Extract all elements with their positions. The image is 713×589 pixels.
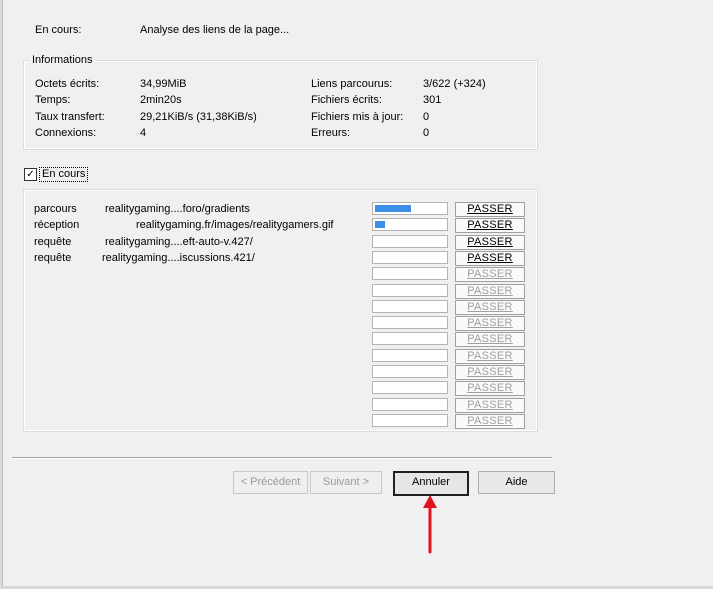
job-url: realitygaming.fr/images/realitygamers.gi… bbox=[136, 219, 334, 231]
job-url: realitygaming....foro/gradients bbox=[105, 203, 250, 215]
previous-button[interactable]: < Précédent bbox=[233, 471, 308, 494]
links-scanned-label: Liens parcourus: bbox=[311, 78, 393, 90]
cancel-button[interactable]: Annuler bbox=[393, 471, 469, 496]
progress-bar bbox=[372, 381, 448, 394]
progress-bar bbox=[372, 267, 448, 280]
job-url: realitygaming....iscussions.421/ bbox=[102, 252, 255, 264]
skip-button[interactable]: PASSER bbox=[455, 300, 525, 315]
files-written-value: 301 bbox=[423, 94, 442, 106]
job-type: requête bbox=[34, 252, 72, 264]
en-cours-checkbox[interactable]: ✓ bbox=[24, 168, 37, 181]
transfer-rate-value: 29,21KiB/s (31,38KiB/s) bbox=[140, 111, 257, 123]
skip-button[interactable]: PASSER bbox=[455, 267, 525, 282]
skip-button[interactable]: PASSER bbox=[455, 349, 525, 364]
en-cours-label[interactable]: En cours bbox=[39, 167, 89, 182]
files-written-label: Fichiers écrits: bbox=[311, 94, 382, 106]
window-left-border bbox=[0, 0, 3, 589]
skip-button[interactable]: PASSER bbox=[455, 332, 525, 347]
job-type: parcours bbox=[34, 203, 77, 215]
next-button[interactable]: Suivant > bbox=[310, 471, 382, 494]
progress-fill bbox=[375, 221, 385, 228]
files-updated-label: Fichiers mis à jour: bbox=[311, 111, 404, 123]
progress-bar bbox=[372, 332, 448, 345]
time-label: Temps: bbox=[35, 94, 71, 106]
skip-button[interactable]: PASSER bbox=[455, 414, 525, 429]
progress-bar bbox=[372, 202, 448, 215]
help-button[interactable]: Aide bbox=[478, 471, 555, 494]
progress-bar bbox=[372, 316, 448, 329]
check-icon: ✓ bbox=[26, 169, 35, 180]
informations-group bbox=[23, 60, 538, 150]
job-url: realitygaming....eft-auto-v.427/ bbox=[105, 236, 253, 248]
skip-button[interactable]: PASSER bbox=[455, 202, 525, 217]
job-type: requête bbox=[34, 236, 72, 248]
errors-label: Erreurs: bbox=[311, 127, 351, 139]
progress-bar bbox=[372, 218, 448, 231]
skip-button[interactable]: PASSER bbox=[455, 251, 525, 266]
progress-bar bbox=[372, 300, 448, 313]
skip-button[interactable]: PASSER bbox=[455, 381, 525, 396]
skip-button[interactable]: PASSER bbox=[455, 235, 525, 250]
annotation-arrow-head bbox=[423, 495, 437, 508]
progress-bar bbox=[372, 349, 448, 362]
separator bbox=[12, 457, 552, 459]
time-value: 2min20s bbox=[140, 94, 182, 106]
progress-fill bbox=[375, 205, 411, 212]
connections-label: Connexions: bbox=[35, 127, 97, 139]
status-label: En cours: bbox=[35, 24, 82, 36]
skip-button[interactable]: PASSER bbox=[455, 284, 525, 299]
connections-value: 4 bbox=[140, 127, 147, 139]
skip-button[interactable]: PASSER bbox=[455, 398, 525, 413]
progress-bar bbox=[372, 284, 448, 297]
transfer-rate-label: Taux transfert: bbox=[35, 111, 105, 123]
skip-button[interactable]: PASSER bbox=[455, 365, 525, 380]
skip-button[interactable]: PASSER bbox=[455, 218, 525, 233]
job-type: réception bbox=[34, 219, 80, 231]
informations-title: Informations bbox=[30, 54, 95, 66]
errors-value: 0 bbox=[423, 127, 430, 139]
progress-bar bbox=[372, 365, 448, 378]
status-value: Analyse des liens de la page... bbox=[140, 24, 290, 36]
annotation-arrow-icon bbox=[423, 495, 437, 554]
progress-bar bbox=[372, 251, 448, 264]
skip-button[interactable]: PASSER bbox=[455, 316, 525, 331]
progress-bar bbox=[372, 414, 448, 427]
progress-bar bbox=[372, 398, 448, 411]
links-scanned-value: 3/622 (+324) bbox=[423, 78, 486, 90]
progress-bar bbox=[372, 235, 448, 248]
files-updated-value: 0 bbox=[423, 111, 430, 123]
bytes-written-value: 34,99MiB bbox=[140, 78, 187, 90]
bytes-written-label: Octets écrits: bbox=[35, 78, 100, 90]
